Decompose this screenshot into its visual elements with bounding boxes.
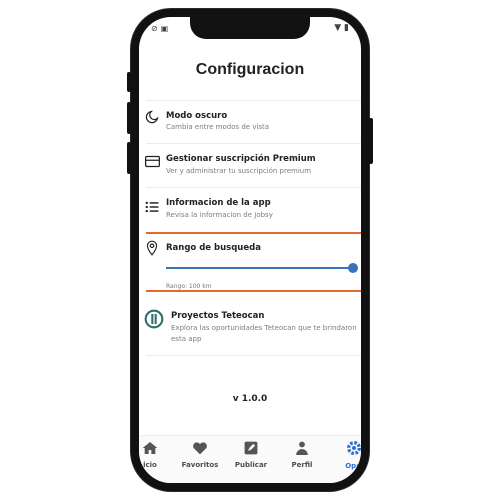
setting-teteocan-projects[interactable]: Proyectos Teteocan Explora las oportunid… xyxy=(139,293,361,355)
home-icon xyxy=(139,440,175,459)
range-slider-thumb[interactable] xyxy=(348,263,358,273)
status-bar-right: ▼ ▮ xyxy=(334,23,349,33)
card-icon xyxy=(145,153,160,172)
phone-side-button xyxy=(127,102,131,134)
setting-description: Revisa la informacion de Jobsy xyxy=(166,211,273,219)
setting-label: Gestionar suscripción Premium xyxy=(166,154,316,164)
setting-description: Ver y administrar tu suscripción premium xyxy=(166,167,312,175)
setting-label: Modo oscuro xyxy=(166,111,228,121)
setting-label: Rango de busqueda xyxy=(166,243,261,253)
list-icon xyxy=(145,198,159,217)
battery-icon: ▮ xyxy=(344,23,349,33)
heart-icon xyxy=(175,440,225,459)
setting-app-info[interactable]: Informacion de la app Revisa la informac… xyxy=(139,188,361,232)
nav-label: Perfil xyxy=(291,461,313,469)
nav-label: Opci xyxy=(345,462,361,470)
wifi-icon: ▼ xyxy=(334,23,342,33)
moon-icon xyxy=(145,109,160,128)
page-title: Configuracion xyxy=(195,61,305,78)
app-version: v 1.0.0 xyxy=(232,394,268,404)
setting-description: esta app xyxy=(171,335,202,343)
phone-side-button xyxy=(127,142,131,174)
bottom-navigation: icio Favoritos Publicar Perfil Opci xyxy=(139,435,361,483)
nav-label: Publicar xyxy=(234,461,268,469)
setting-description: Explora las oportunidades Teteocan que t… xyxy=(171,324,357,332)
nav-label: icio xyxy=(143,461,157,469)
phone-side-button xyxy=(127,72,131,92)
edit-icon xyxy=(226,440,276,459)
notification-icon: ▣ xyxy=(160,24,169,33)
range-slider-track[interactable] xyxy=(166,267,356,269)
setting-search-range: Rango de busqueda xyxy=(139,234,361,290)
phone-notch xyxy=(190,17,310,39)
range-value: Rango: 100 km xyxy=(166,283,212,290)
nav-item-publish[interactable]: Publicar xyxy=(226,440,276,469)
nav-item-options[interactable]: Opci xyxy=(329,440,361,470)
divider xyxy=(146,355,361,356)
nav-item-favorites[interactable]: Favoritos xyxy=(175,440,225,469)
teteocan-logo-icon xyxy=(144,309,164,333)
app-screen: ⊘ ▣ ▼ ▮ Configuracion Modo oscuro Cambia… xyxy=(139,17,361,483)
gear-icon xyxy=(329,440,361,460)
setting-label: Informacion de la app xyxy=(166,198,271,208)
setting-dark-mode[interactable]: Modo oscuro Cambia entre modos de vista xyxy=(139,101,361,143)
status-bar-left: ⊘ ▣ xyxy=(151,24,168,33)
setting-premium-subscription[interactable]: Gestionar suscripción Premium Ver y admi… xyxy=(139,144,361,187)
setting-description: Cambia entre modos de vista xyxy=(166,123,270,131)
setting-label: Proyectos Teteocan xyxy=(171,311,265,321)
nav-item-profile[interactable]: Perfil xyxy=(277,440,327,469)
location-pin-icon xyxy=(145,240,159,260)
person-icon xyxy=(277,440,327,459)
nav-label: Favoritos xyxy=(181,461,219,469)
dnd-icon: ⊘ xyxy=(151,24,158,33)
phone-power-button xyxy=(369,118,373,164)
nav-item-home[interactable]: icio xyxy=(139,440,175,469)
range-highlight-bottom-border xyxy=(146,290,361,292)
